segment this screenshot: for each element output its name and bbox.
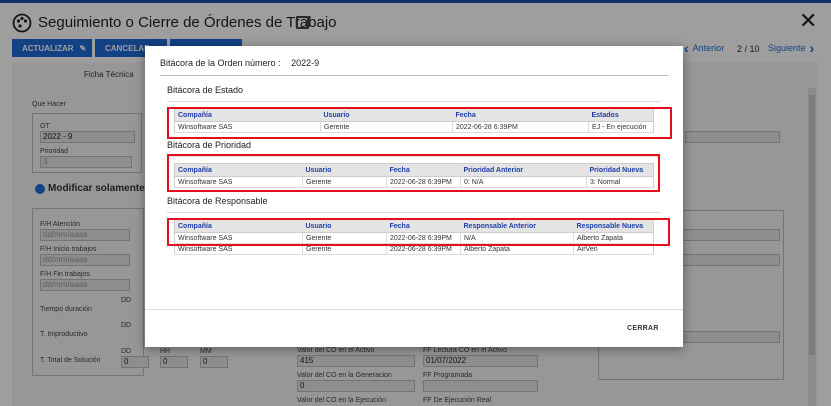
- close-button[interactable]: CERRAR: [627, 325, 659, 332]
- bitacora-modal: Bitácora de la Orden número : 2022-9 Bit…: [145, 46, 683, 347]
- prioridad-highlight-box: [167, 154, 660, 192]
- divider: [145, 309, 683, 310]
- estado-highlight-box: [167, 107, 672, 139]
- divider: [167, 212, 661, 213]
- divider: [160, 75, 668, 76]
- divider: [167, 101, 661, 102]
- responsable-highlight-box: [167, 218, 670, 246]
- responsable-title: Bitácora de Responsable: [167, 196, 268, 206]
- prioridad-title: Bitácora de Prioridad: [167, 140, 252, 150]
- estado-title: Bitácora de Estado: [167, 85, 244, 95]
- order-number: 2022-9: [291, 58, 320, 68]
- modal-header-label: Bitácora de la Orden número :: [160, 58, 281, 68]
- modal-header: Bitácora de la Orden número : 2022-9: [160, 58, 319, 68]
